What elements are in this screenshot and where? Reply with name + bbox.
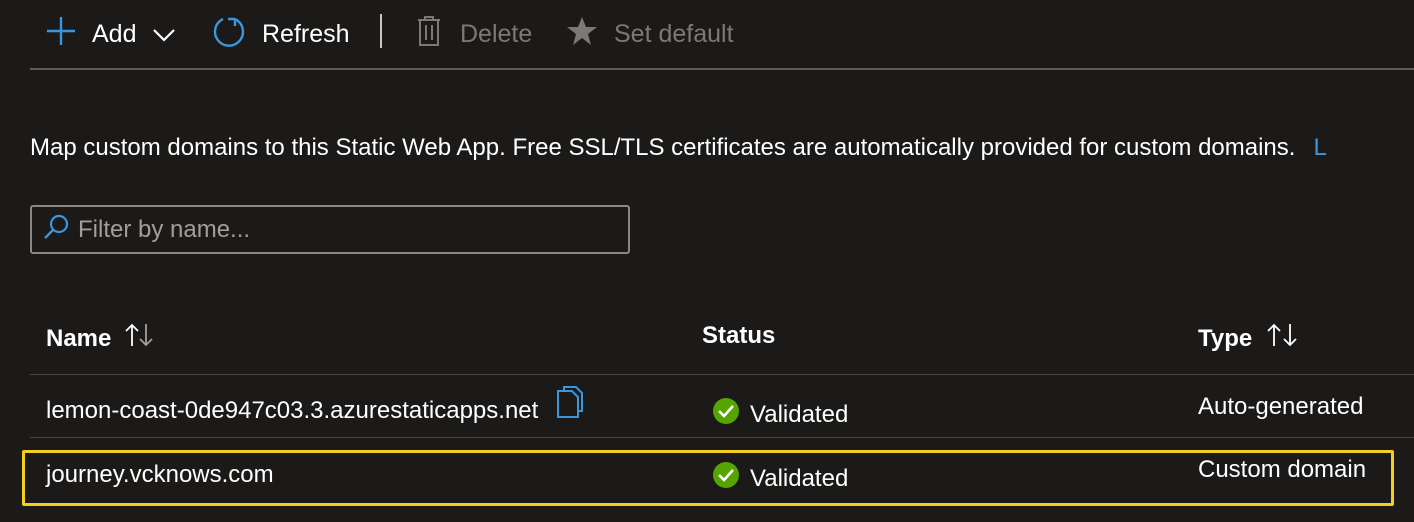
sort-arrows-icon[interactable] — [1264, 322, 1300, 355]
refresh-button[interactable]: Refresh — [212, 14, 350, 54]
command-bar: Add Refresh Delete Set default — [30, 0, 1414, 70]
delete-label: Delete — [460, 19, 533, 48]
table-row-2-name[interactable]: journey.vcknows.com — [46, 461, 274, 489]
column-status-label: Status — [702, 322, 776, 349]
refresh-label: Refresh — [262, 19, 350, 48]
status-text: Validated — [750, 464, 849, 492]
toolbar-divider — [380, 14, 382, 48]
star-icon — [566, 15, 598, 54]
table-row-1-status: Validated — [712, 397, 848, 432]
filter-input[interactable] — [78, 215, 598, 244]
column-header-type[interactable]: Type — [1198, 322, 1300, 355]
column-header-name[interactable]: Name — [46, 322, 155, 355]
plus-icon — [44, 14, 78, 55]
header-divider — [30, 374, 1414, 375]
domain-name: journey.vcknows.com — [46, 461, 274, 488]
status-text: Validated — [750, 400, 849, 428]
check-circle-icon — [712, 461, 740, 496]
chevron-down-icon[interactable] — [152, 20, 176, 49]
copy-icon[interactable] — [554, 385, 586, 428]
trash-icon — [416, 15, 442, 54]
column-header-status: Status — [702, 322, 775, 350]
search-icon — [42, 213, 70, 246]
table-row-1-name: lemon-coast-0de947c03.3.azurestaticapps.… — [46, 386, 586, 428]
delete-button[interactable]: Delete — [416, 14, 532, 54]
type-text: Custom domain — [1198, 456, 1367, 483]
set-default-button[interactable]: Set default — [566, 14, 734, 54]
column-type-label: Type — [1198, 324, 1253, 352]
table-row-2-type: Custom domain — [1198, 456, 1366, 484]
description-body: Map custom domains to this Static Web Ap… — [30, 134, 1296, 161]
description-text: Map custom domains to this Static Web Ap… — [30, 134, 1327, 162]
domain-name: lemon-coast-0de947c03.3.azurestaticapps.… — [46, 396, 539, 424]
column-name-label: Name — [46, 324, 112, 352]
type-text: Auto-generated — [1198, 393, 1364, 420]
row-divider — [30, 437, 1414, 438]
add-label: Add — [92, 19, 137, 48]
set-default-label: Set default — [614, 19, 734, 48]
check-circle-icon — [712, 397, 740, 432]
learn-more-link[interactable]: L — [1313, 134, 1326, 161]
custom-domains-page: Add Refresh Delete Set default Map custo… — [0, 0, 1414, 522]
add-button[interactable]: Add — [44, 14, 176, 54]
refresh-icon — [212, 14, 246, 55]
table-row-2-status: Validated — [712, 461, 848, 496]
filter-box[interactable] — [30, 205, 630, 254]
table-row-1-type: Auto-generated — [1198, 393, 1363, 421]
sort-arrows-icon[interactable] — [123, 322, 155, 355]
